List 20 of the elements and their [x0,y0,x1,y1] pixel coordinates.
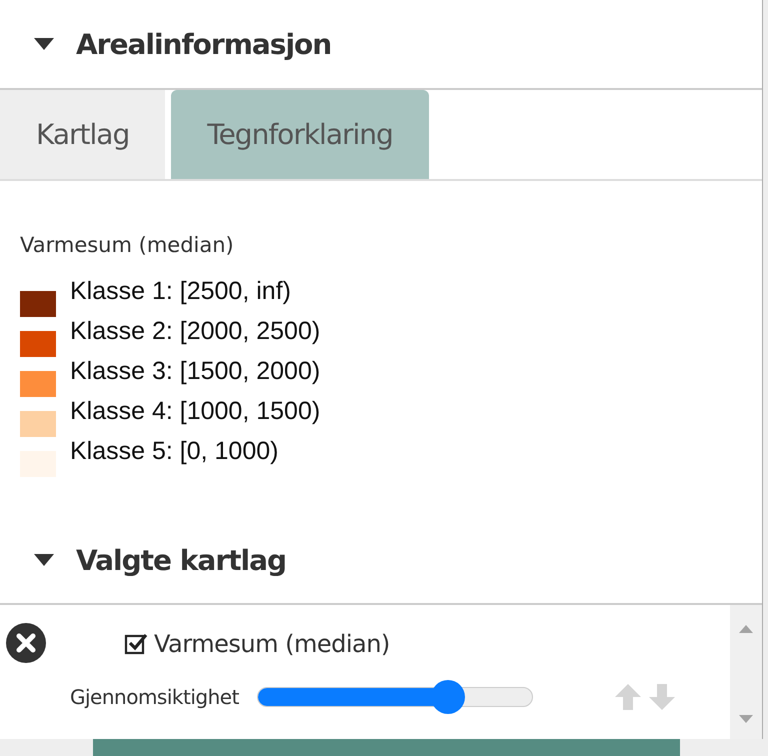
layer-name: Varmesum (median) [154,630,390,658]
legend-title: Varmesum (median) [20,233,235,257]
scrollbar[interactable] [730,605,762,739]
scroll-down-icon[interactable] [739,715,753,723]
opacity-slider[interactable] [256,680,533,714]
section-title[interactable]: Valgte kartlag [76,544,286,576]
legend-label: Klasse 1: [2500, inf) [70,277,291,306]
remove-icon[interactable] [6,623,46,663]
legend-label: Klasse 4: [1000, 1500) [70,397,320,426]
tab[interactable]: Tegnforklaring [171,90,429,179]
checkbox[interactable] [124,632,148,656]
section-title[interactable]: Arealinformasjon [76,28,332,60]
legend-label: Klasse 2: [2000, 2500) [70,317,320,346]
scroll-up-icon[interactable] [739,625,753,633]
caret-icon[interactable] [34,554,54,566]
tab[interactable]: Kartlag [0,90,166,179]
legend-label: Klasse 3: [1500, 2000) [70,357,320,386]
caret-icon[interactable] [34,38,54,50]
opacity-label: Gjennomsiktighet [70,685,239,709]
legend-label: Klasse 5: [0, 1000) [70,437,278,466]
